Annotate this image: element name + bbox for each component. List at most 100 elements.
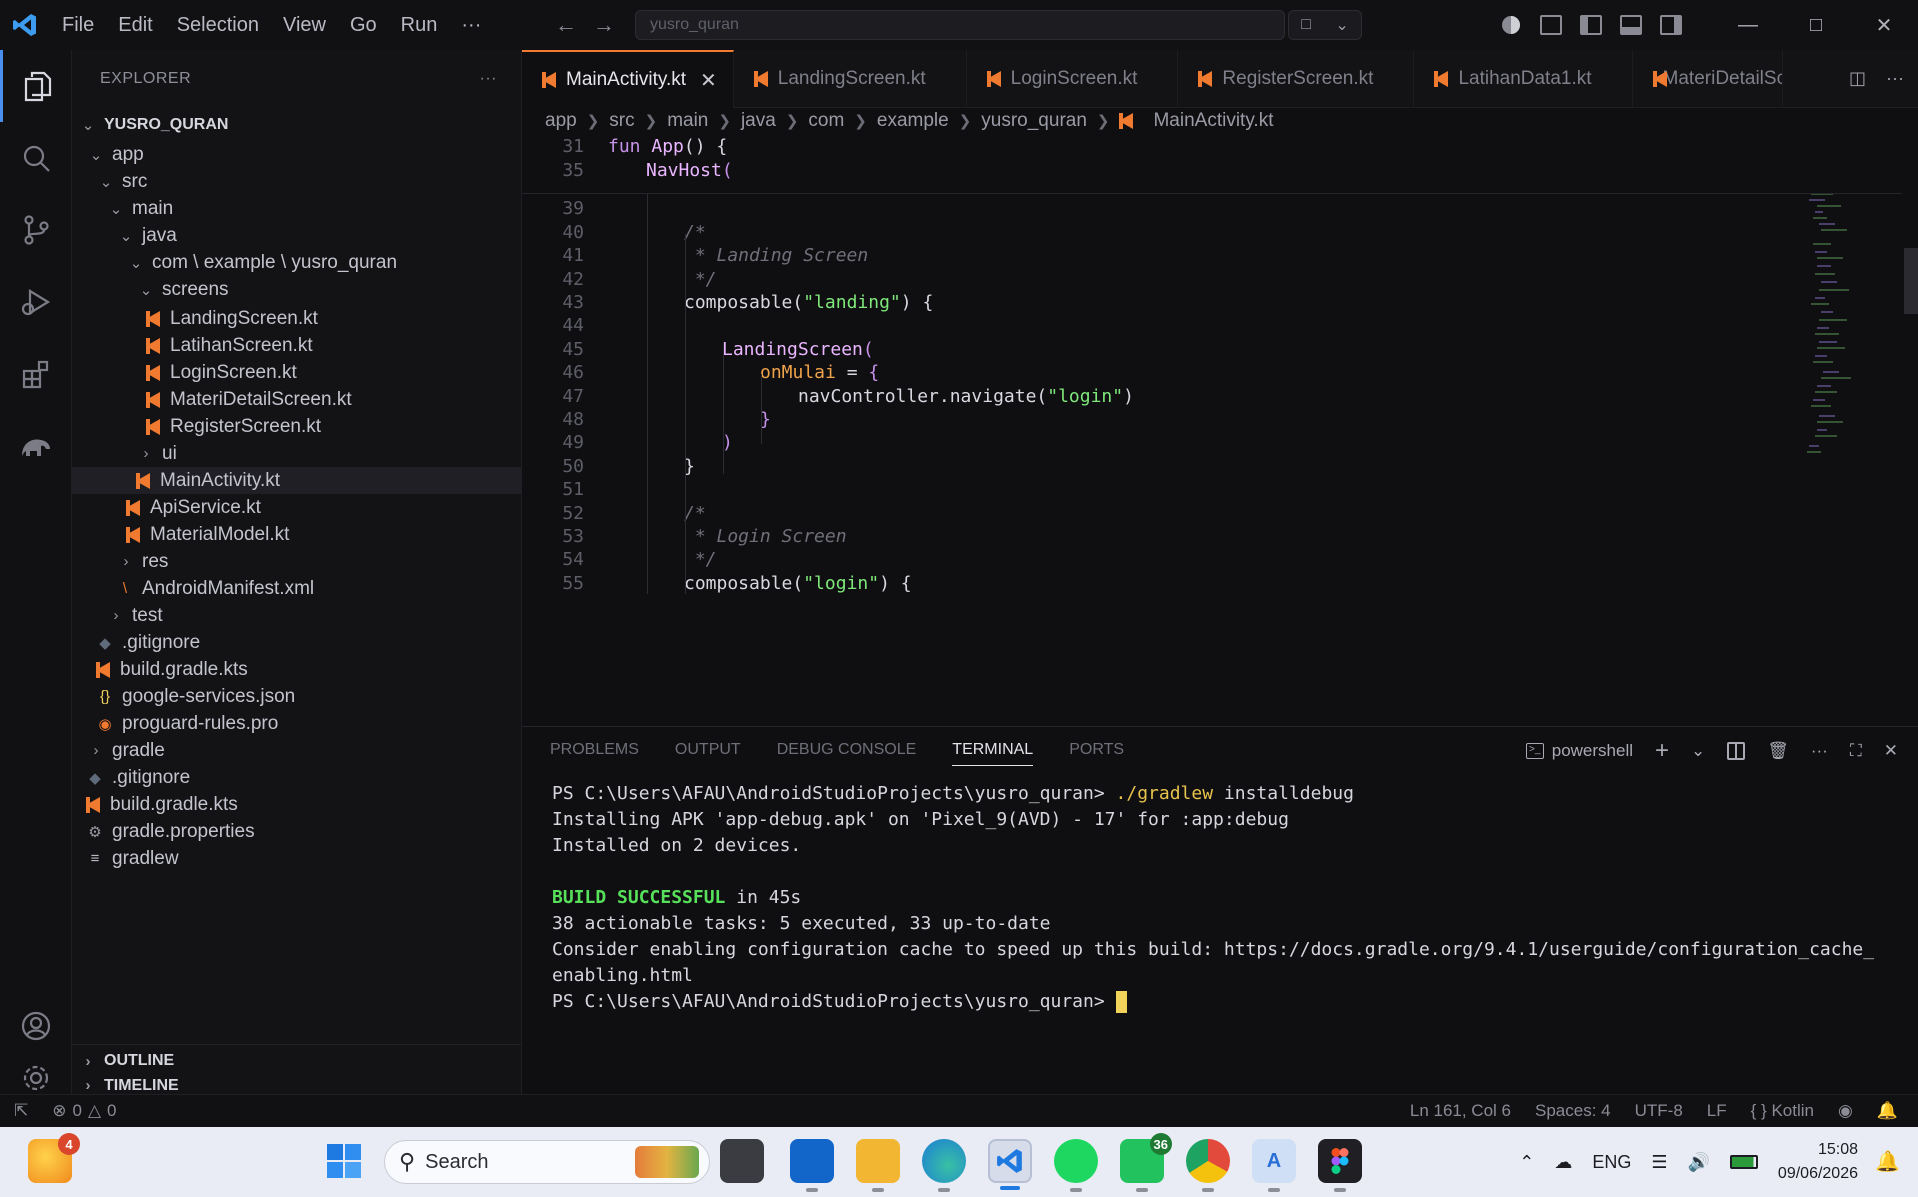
- breadcrumb-item[interactable]: app: [545, 110, 577, 132]
- tree-item[interactable]: ⌄ screens: [72, 276, 521, 303]
- volume-icon[interactable]: 🔊: [1688, 1152, 1710, 1173]
- tab-registerscreen-kt[interactable]: RegisterScreen.kt: [1178, 50, 1415, 108]
- tree-item[interactable]: ⌄ com \ example \ yusro_quran: [72, 249, 521, 276]
- new-terminal-plus-icon[interactable]: +: [1655, 737, 1669, 765]
- menu-item-edit[interactable]: Edit: [106, 7, 164, 43]
- tree-item[interactable]: ◉ proguard-rules.pro: [72, 710, 521, 737]
- menu-item-view[interactable]: View: [271, 7, 338, 43]
- spotify-icon[interactable]: [1054, 1139, 1098, 1192]
- task-view-icon[interactable]: [720, 1139, 764, 1183]
- panel-tab-terminal[interactable]: TERMINAL: [952, 734, 1034, 766]
- account-icon[interactable]: [0, 990, 72, 1062]
- figma-icon[interactable]: [1318, 1139, 1362, 1192]
- indentation[interactable]: Spaces: 4: [1535, 1101, 1611, 1121]
- tree-item[interactable]: build.gradle.kts: [72, 656, 521, 683]
- tree-item[interactable]: MainActivity.kt: [72, 467, 521, 494]
- weather-widget-icon[interactable]: 4: [28, 1133, 80, 1183]
- breadcrumb-item[interactable]: com: [808, 110, 844, 132]
- breadcrumb-item[interactable]: java: [741, 110, 776, 132]
- terminal-shell-selector[interactable]: >_ powershell: [1525, 741, 1633, 761]
- tree-item[interactable]: LandingScreen.kt: [72, 305, 521, 332]
- more-actions-icon[interactable]: ···: [480, 70, 497, 88]
- breadcrumb-item[interactable]: src: [609, 110, 634, 132]
- tree-item[interactable]: › test: [72, 602, 521, 629]
- tree-item[interactable]: ⚙ gradle.properties: [72, 818, 521, 845]
- edge-browser-icon[interactable]: [922, 1139, 966, 1192]
- line-ending[interactable]: LF: [1707, 1101, 1727, 1121]
- breadcrumb-item[interactable]: example: [877, 110, 949, 132]
- maximize-panel-icon[interactable]: ⛶: [1850, 741, 1862, 761]
- close-tab-icon[interactable]: ✕: [700, 68, 717, 93]
- back-arrow-icon[interactable]: ←: [555, 12, 577, 38]
- menu-item-run[interactable]: Run: [389, 7, 450, 43]
- tree-item[interactable]: › gradle: [72, 737, 521, 764]
- tree-item[interactable]: ApiService.kt: [72, 494, 521, 521]
- close-panel-icon[interactable]: ✕: [1884, 741, 1898, 761]
- tree-item[interactable]: LatihanScreen.kt: [72, 332, 521, 359]
- whatsapp-icon[interactable]: 36: [1120, 1133, 1172, 1192]
- tab-landingscreen-kt[interactable]: LandingScreen.kt: [734, 50, 967, 108]
- tree-item[interactable]: {} google-services.json: [72, 683, 521, 710]
- code-editor[interactable]: 31fun App() {35NavHost(37startDestinatio…: [522, 134, 1918, 724]
- tree-item[interactable]: MaterialModel.kt: [72, 521, 521, 548]
- panel-tab-ports[interactable]: PORTS: [1069, 741, 1124, 759]
- breadcrumb-item[interactable]: yusro_quran: [981, 110, 1087, 132]
- toggle-secondary-sidebar-icon[interactable]: [1660, 15, 1682, 35]
- chrome-icon[interactable]: [1186, 1139, 1230, 1192]
- battery-icon[interactable]: [1729, 1155, 1758, 1169]
- tree-item[interactable]: ◆ .gitignore: [72, 764, 521, 791]
- tree-item[interactable]: › res: [72, 548, 521, 575]
- tree-item[interactable]: LoginScreen.kt: [72, 359, 521, 386]
- panel-tab-debug-console[interactable]: DEBUG CONSOLE: [777, 741, 917, 759]
- cursor-position[interactable]: Ln 161, Col 6: [1410, 1101, 1511, 1121]
- copilot-chat-button[interactable]: □ ⌄: [1288, 10, 1362, 40]
- split-terminal-icon[interactable]: [1727, 742, 1746, 760]
- microsoft-store-icon[interactable]: [790, 1139, 834, 1192]
- command-center-search[interactable]: yusro_quran: [635, 10, 1285, 40]
- tree-item[interactable]: › ui: [72, 440, 521, 467]
- tree-item[interactable]: ◆ .gitignore: [72, 629, 521, 656]
- tree-item[interactable]: RegisterScreen.kt: [72, 413, 521, 440]
- terminal-output[interactable]: PS C:\Users\AFAU\AndroidStudioProjects\y…: [552, 783, 1874, 1017]
- copilot-icon[interactable]: [1500, 14, 1522, 36]
- outline-section[interactable]: › OUTLINE: [72, 1044, 521, 1077]
- tree-item[interactable]: ⌄ java: [72, 222, 521, 249]
- language-indicator[interactable]: ENG: [1592, 1152, 1631, 1173]
- more-icon[interactable]: ···: [1811, 741, 1828, 761]
- tab-materidetailsc[interactable]: MateriDetailSc: [1633, 50, 1783, 108]
- editor-scrollbar[interactable]: [1904, 248, 1918, 314]
- settings-gear-icon[interactable]: [0, 1062, 72, 1094]
- tab-latihandata1-kt[interactable]: LatihanData1.kt: [1414, 50, 1633, 108]
- toggle-panel-icon[interactable]: [1620, 15, 1642, 35]
- menu-item-more[interactable]: ···: [449, 7, 493, 43]
- minimize-icon[interactable]: —: [1714, 0, 1782, 50]
- encoding[interactable]: UTF-8: [1635, 1101, 1683, 1121]
- clock[interactable]: 15:08 09/06/2026: [1778, 1138, 1858, 1186]
- search-icon[interactable]: [0, 122, 72, 194]
- tree-root[interactable]: ⌄ YUSRO_QURAN: [72, 108, 521, 141]
- split-editor-icon[interactable]: ◫: [1849, 68, 1866, 89]
- breadcrumb-item[interactable]: MainActivity.kt: [1153, 110, 1273, 132]
- tree-item[interactable]: build.gradle.kts: [72, 791, 521, 818]
- tree-item[interactable]: ⌄ main: [72, 195, 521, 222]
- extensions-icon[interactable]: [0, 338, 72, 410]
- gradle-elephant-icon[interactable]: [0, 410, 72, 482]
- notification-center-icon[interactable]: 🔔: [1875, 1149, 1900, 1174]
- more-icon[interactable]: ···: [1886, 68, 1904, 89]
- problems-indicator[interactable]: ⊗ 0 △ 0: [52, 1101, 116, 1121]
- menu-item-selection[interactable]: Selection: [165, 7, 271, 43]
- language-mode[interactable]: { } Kotlin: [1751, 1101, 1814, 1121]
- trash-icon[interactable]: 🗑: [1767, 741, 1789, 761]
- remote-icon[interactable]: ⇱: [14, 1101, 28, 1121]
- panel-tab-output[interactable]: OUTPUT: [675, 741, 741, 759]
- tree-item[interactable]: ≡ gradlew: [72, 845, 521, 872]
- breadcrumb-item[interactable]: main: [667, 110, 708, 132]
- tree-item[interactable]: MateriDetailScreen.kt: [72, 386, 521, 413]
- timeline-section[interactable]: › TIMELINE: [72, 1077, 521, 1095]
- maximize-icon[interactable]: □: [1782, 0, 1850, 50]
- taskbar-search[interactable]: ⚲ Search: [384, 1140, 710, 1184]
- tab-loginscreen-kt[interactable]: LoginScreen.kt: [967, 50, 1179, 108]
- customize-layout-icon[interactable]: [1540, 15, 1562, 35]
- windows-start-icon[interactable]: [322, 1139, 366, 1183]
- wifi-icon[interactable]: ☰: [1651, 1152, 1667, 1173]
